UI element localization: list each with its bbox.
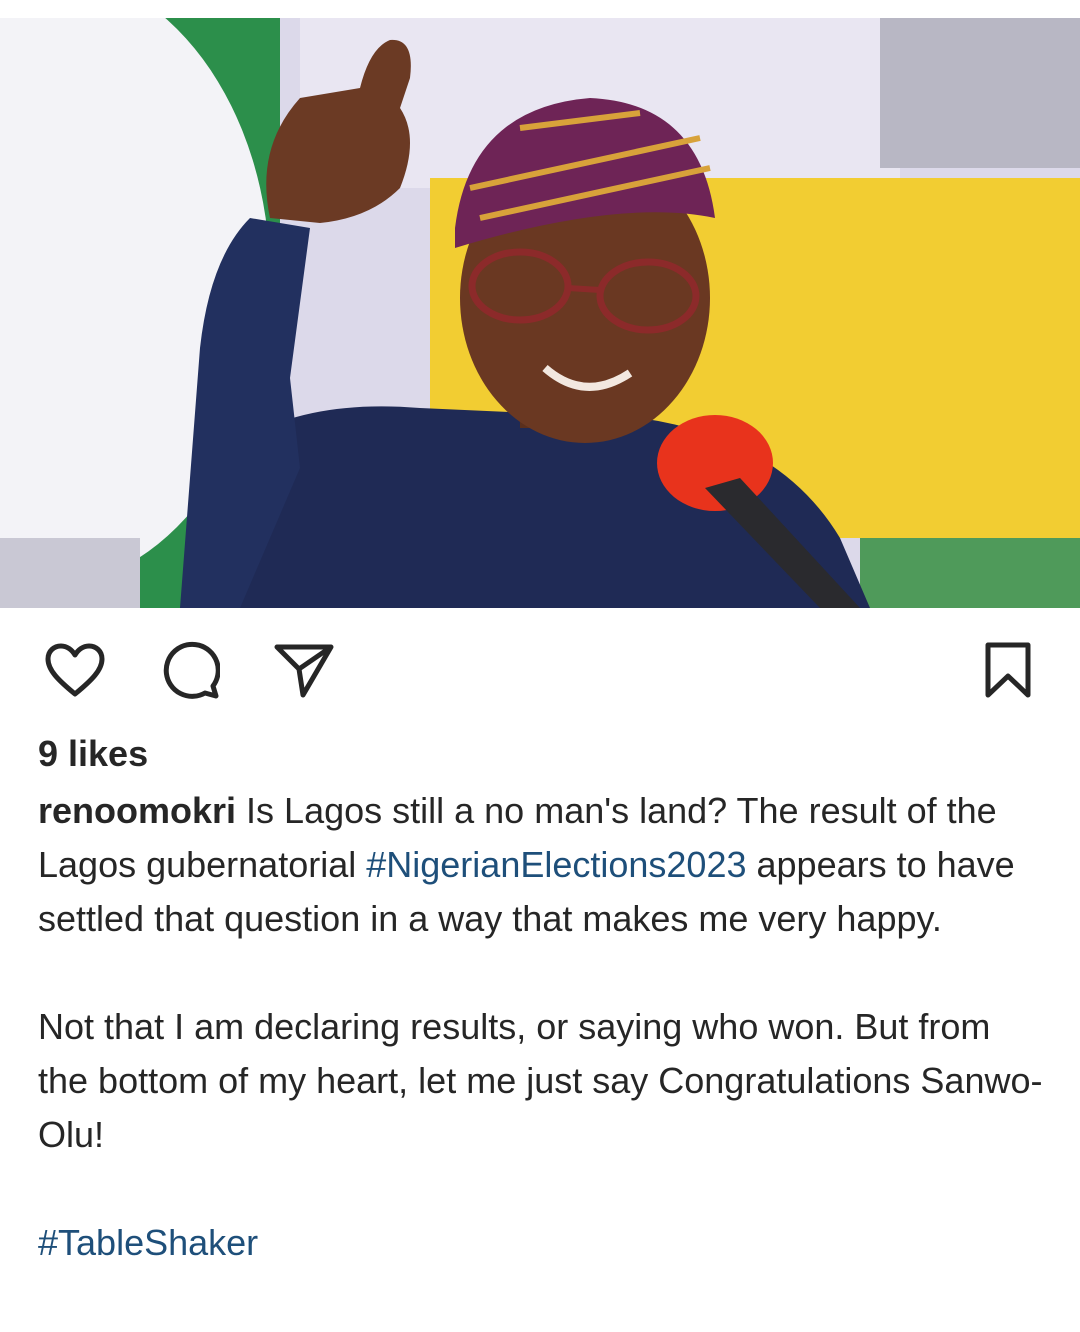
likes-count[interactable]: 9 likes: [38, 732, 148, 776]
hashtag-link-nigerian-elections[interactable]: #NigerianElections2023: [366, 844, 746, 885]
post-photo-illustration: [0, 18, 1080, 608]
caption-paragraph-1: renoomokri Is Lagos still a no man's lan…: [38, 784, 1048, 946]
comment-button[interactable]: [158, 638, 222, 702]
bookmark-outline-icon: [985, 642, 1031, 698]
post-username[interactable]: renoomokri: [38, 790, 236, 831]
hashtag-link-tableshaker[interactable]: #TableShaker: [38, 1222, 258, 1263]
save-button[interactable]: [976, 638, 1040, 702]
post-photo[interactable]: [0, 18, 1080, 608]
heart-outline-icon: [45, 643, 105, 697]
post-caption: renoomokri Is Lagos still a no man's lan…: [38, 784, 1048, 1270]
caption-paragraph-2: Not that I am declaring results, or sayi…: [38, 1006, 1043, 1155]
share-button[interactable]: [272, 638, 336, 702]
paper-plane-icon: [274, 644, 334, 698]
speech-bubble-icon: [163, 641, 220, 699]
post-action-bar: [0, 630, 1080, 710]
like-button[interactable]: [43, 638, 107, 702]
caption-paragraph-3: #TableShaker: [38, 1216, 1048, 1270]
